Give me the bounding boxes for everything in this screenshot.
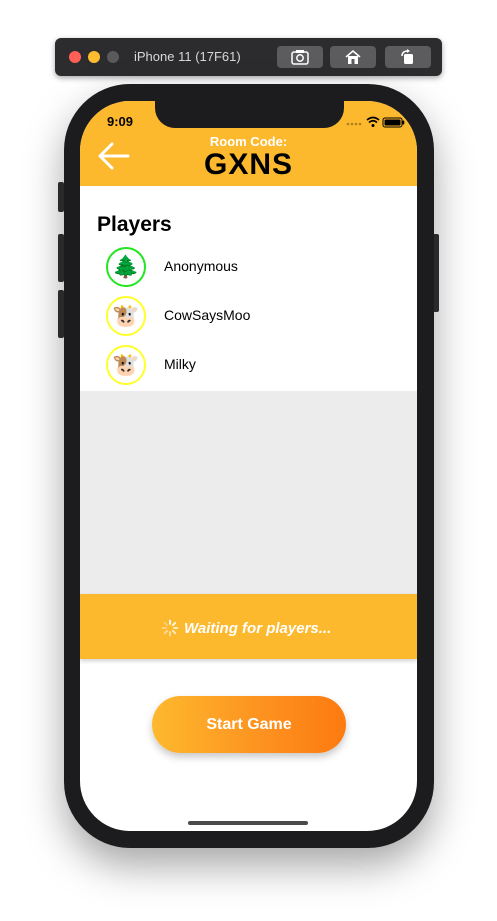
cow-avatar-icon: 🐮 xyxy=(106,296,146,336)
waiting-banner: Waiting for players... xyxy=(80,594,417,659)
cow-avatar-icon: 🐮 xyxy=(106,345,146,385)
home-button[interactable] xyxy=(330,46,376,68)
player-name: Anonymous xyxy=(164,258,238,274)
battery-icon xyxy=(382,117,405,128)
simulator-toolbar: iPhone 11 (17F61) xyxy=(55,38,442,76)
minimize-window-button[interactable] xyxy=(88,51,100,63)
players-title: Players xyxy=(97,213,172,236)
waiting-status: Waiting for players... xyxy=(184,620,332,637)
signal-icon xyxy=(346,122,362,126)
player-name: Milky xyxy=(164,356,196,372)
simulator-frame: iPhone 11 (17F61) 9:09 Room Code: GXNS P… xyxy=(0,0,497,921)
players-section: Players 🌲 Anonymous 🐮 CowSaysMoo 🐮 Milky xyxy=(80,186,417,391)
home-indicator[interactable] xyxy=(188,821,308,825)
player-row: 🐮 CowSaysMoo xyxy=(106,296,406,338)
close-window-button[interactable] xyxy=(69,51,81,63)
screenshot-icon xyxy=(291,50,309,65)
screenshot-button[interactable] xyxy=(277,46,323,68)
status-icons xyxy=(346,115,406,133)
app-screen: 9:09 Room Code: GXNS Players 🌲 Anonymous… xyxy=(80,101,417,831)
tree-avatar-icon: 🌲 xyxy=(106,247,146,287)
simulator-title: iPhone 11 (17F61) xyxy=(134,49,241,64)
zoom-window-button[interactable] xyxy=(107,51,119,63)
room-code-label: Room Code: xyxy=(209,134,288,149)
start-game-button[interactable]: Start Game xyxy=(152,696,346,753)
rotate-icon xyxy=(401,49,413,64)
loading-spinner-icon xyxy=(161,619,179,637)
rotate-button[interactable] xyxy=(385,46,431,68)
status-time: 9:09 xyxy=(107,114,134,129)
wifi-icon xyxy=(366,116,380,127)
notch xyxy=(155,101,344,128)
empty-area xyxy=(80,391,417,594)
home-icon xyxy=(345,49,361,64)
player-name: CowSaysMoo xyxy=(164,307,251,323)
player-row: 🐮 Milky xyxy=(106,345,406,387)
room-code: GXNS xyxy=(203,148,294,181)
player-row: 🌲 Anonymous xyxy=(106,247,406,289)
